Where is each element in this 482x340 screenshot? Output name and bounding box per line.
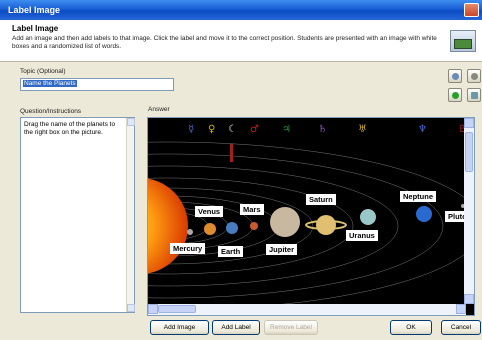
answer-label: Answer xyxy=(148,106,170,113)
globe-icon xyxy=(452,73,459,80)
scroll-up-icon[interactable] xyxy=(127,118,135,126)
answer-horizontal-scrollbar[interactable] xyxy=(148,304,466,315)
check-icon xyxy=(452,92,459,99)
scroll-left-icon[interactable] xyxy=(148,304,158,314)
scroll-up-icon[interactable] xyxy=(464,118,474,128)
question-label: Question/Instructions xyxy=(20,108,82,115)
label-neptune[interactable]: Neptune xyxy=(400,191,436,202)
options-button[interactable] xyxy=(467,69,481,83)
answer-image-canvas[interactable]: ☿ ♀ ☾ ♂ ♃ ♄ ♅ ♆ ♇ Venus Mars Saturn Nept… xyxy=(147,117,475,316)
label-saturn[interactable]: Saturn xyxy=(306,194,336,205)
question-text: Drag the name of the planets to the righ… xyxy=(24,121,116,136)
uranus-symbol: ♅ xyxy=(358,124,367,135)
label-uranus[interactable]: Uranus xyxy=(346,230,378,241)
cancel-button[interactable]: Cancel xyxy=(441,320,481,335)
add-image-button[interactable]: Add Image xyxy=(150,320,209,335)
answer-vertical-scrollbar[interactable] xyxy=(464,118,474,304)
add-label-button[interactable]: Add Label xyxy=(212,320,260,335)
jupiter-symbol: ♃ xyxy=(282,124,291,135)
settings-icon xyxy=(471,73,478,80)
question-textarea[interactable]: Drag the name of the planets to the righ… xyxy=(20,117,135,313)
header-title: Label Image xyxy=(12,24,59,33)
label-image-icon xyxy=(450,30,476,52)
topic-input-value: Name the Planets xyxy=(23,80,77,87)
venus-symbol: ♀ xyxy=(208,124,216,135)
image-properties-button[interactable] xyxy=(467,88,481,102)
saturn-symbol: ♄ xyxy=(318,124,327,135)
scroll-down-icon[interactable] xyxy=(464,294,474,304)
ok-button[interactable]: OK xyxy=(390,320,432,335)
mercury-symbol: ☿ xyxy=(188,124,195,135)
scroll-down-icon[interactable] xyxy=(127,304,135,312)
remove-label-button[interactable]: Remove Label xyxy=(264,320,318,335)
preview-button[interactable] xyxy=(448,69,462,83)
neptune-symbol: ♆ xyxy=(418,124,427,135)
label-venus[interactable]: Venus xyxy=(195,206,224,217)
label-mercury[interactable]: Mercury xyxy=(170,243,206,254)
window-title-bar: Label Image xyxy=(0,0,482,20)
scroll-thumb[interactable] xyxy=(158,305,196,313)
question-scrollbar[interactable] xyxy=(126,118,135,312)
scroll-thumb[interactable] xyxy=(465,132,473,172)
close-icon[interactable] xyxy=(464,3,479,17)
image-icon xyxy=(471,92,478,99)
check-button[interactable] xyxy=(448,88,462,102)
moon-symbol: ☾ xyxy=(228,124,237,135)
topic-input[interactable]: Name the Planets xyxy=(20,78,174,91)
label-jupiter[interactable]: Jupiter xyxy=(266,244,298,255)
label-earth[interactable]: Earth xyxy=(218,246,244,257)
solar-system-image xyxy=(148,118,474,315)
topic-label: Topic (Optional) xyxy=(20,68,66,75)
dialog-header: Label Image Add an image and then add la… xyxy=(0,20,482,62)
scroll-right-icon[interactable] xyxy=(456,304,466,314)
label-mars[interactable]: Mars xyxy=(240,204,264,215)
header-description: Add an image and then add labels to that… xyxy=(12,35,437,50)
mars-symbol: ♂ xyxy=(250,124,259,135)
window-title: Label Image xyxy=(8,5,61,15)
